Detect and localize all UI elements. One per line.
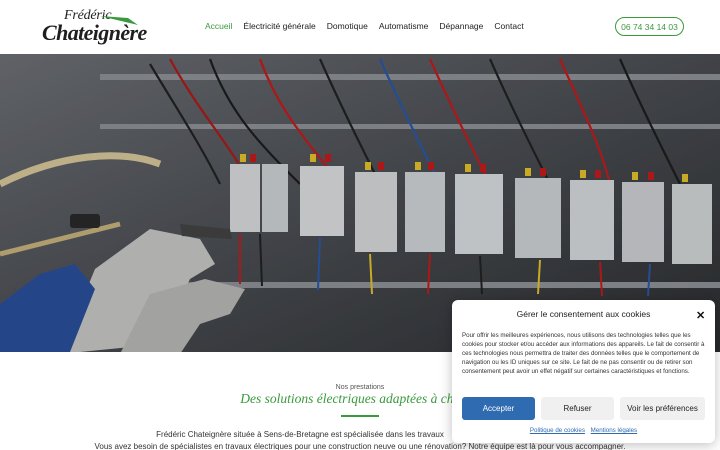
cookie-links: Politique de cookies Mentions légales bbox=[452, 427, 715, 434]
nav-item-depannage[interactable]: Dépannage bbox=[439, 21, 483, 31]
cookie-consent-dialog: Gérer le consentement aux cookies ✕ Pour… bbox=[452, 300, 715, 443]
cookie-dialog-text: Pour offrir les meilleures expériences, … bbox=[462, 332, 705, 376]
site-header: Frédéric Chateignère Accueil Électricité… bbox=[0, 0, 720, 54]
cookie-dialog-title: Gérer le consentement aux cookies bbox=[516, 309, 651, 319]
nav-item-contact[interactable]: Contact bbox=[494, 21, 523, 31]
accept-button[interactable]: Accepter bbox=[462, 397, 535, 420]
main-nav: Accueil Électricité générale Domotique A… bbox=[205, 21, 535, 31]
nav-item-electricite-generale[interactable]: Électricité générale bbox=[243, 21, 315, 31]
cookie-policy-link[interactable]: Politique de cookies bbox=[530, 427, 585, 434]
logo[interactable]: Frédéric Chateignère bbox=[42, 8, 147, 46]
refuse-button[interactable]: Refuser bbox=[541, 397, 614, 420]
phone-button[interactable]: 06 74 34 14 03 bbox=[615, 17, 684, 36]
legal-notice-link[interactable]: Mentions légales bbox=[591, 427, 637, 434]
nav-item-automatisme[interactable]: Automatisme bbox=[379, 21, 429, 31]
section-divider bbox=[341, 415, 379, 417]
logo-lastname: Chateignère bbox=[42, 20, 147, 45]
nav-item-accueil[interactable]: Accueil bbox=[205, 21, 232, 31]
close-icon[interactable]: ✕ bbox=[696, 309, 705, 322]
section-paragraph-2: Vous avez besoin de spécialistes en trav… bbox=[94, 442, 626, 450]
view-preferences-button[interactable]: Voir les préférences bbox=[620, 397, 705, 420]
nav-item-domotique[interactable]: Domotique bbox=[327, 21, 368, 31]
